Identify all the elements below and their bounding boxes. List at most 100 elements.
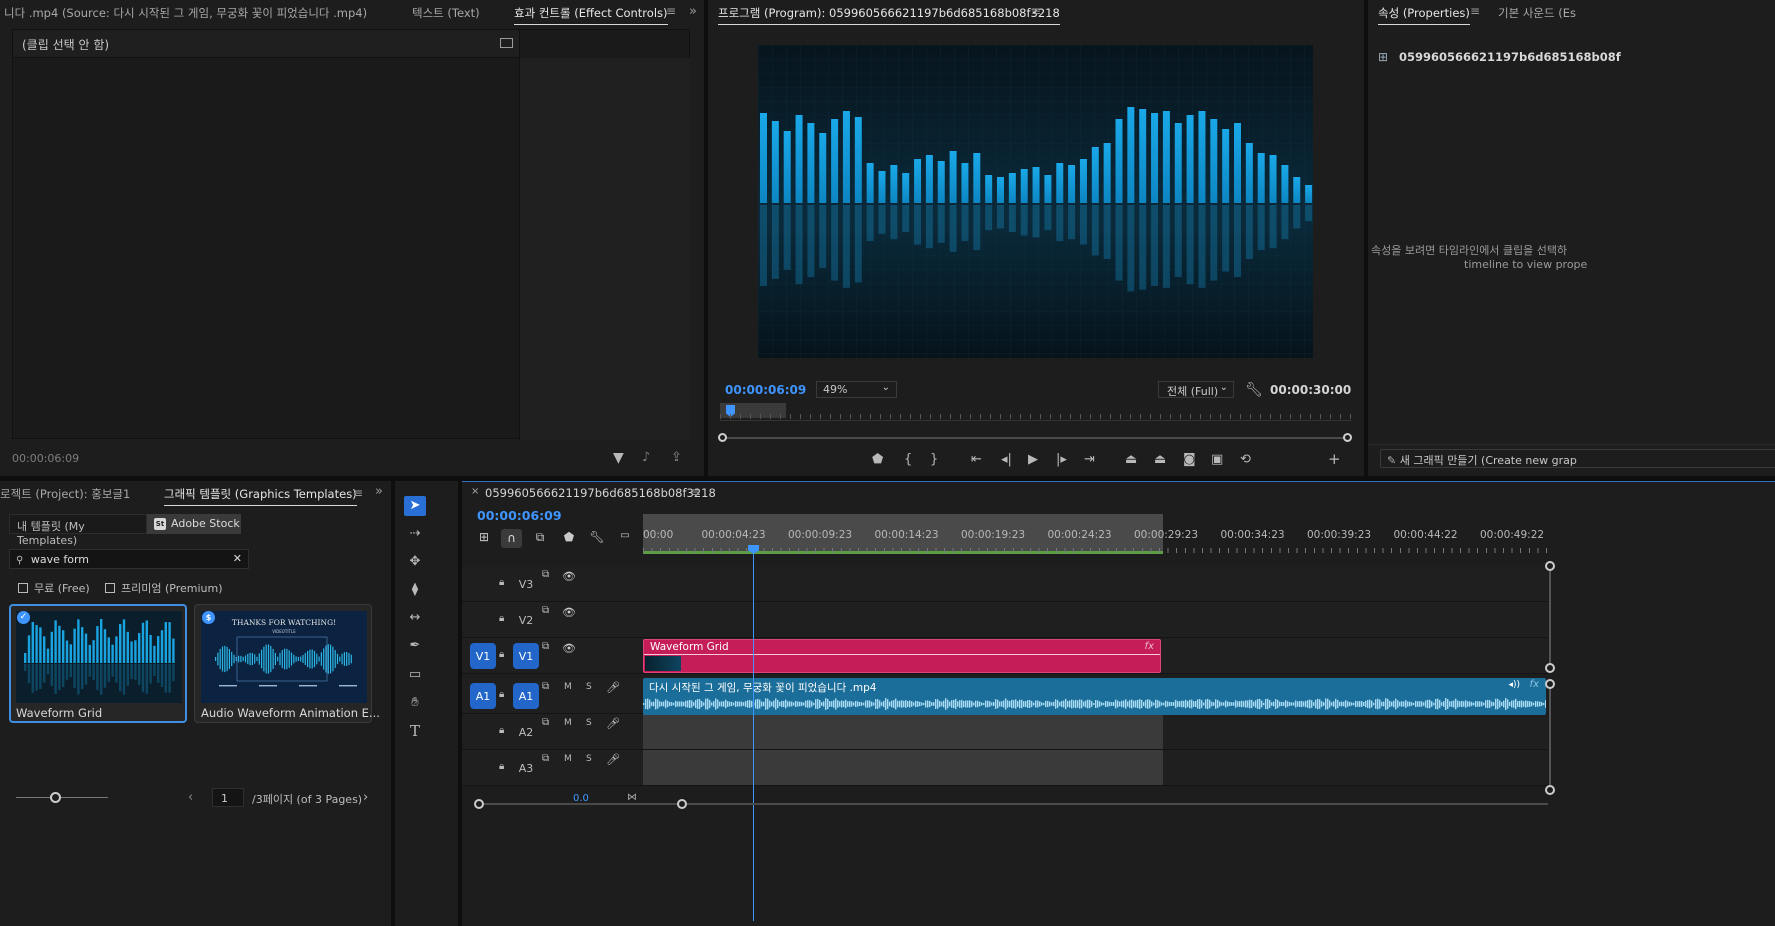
filter-icon[interactable]: ▼ <box>613 451 624 465</box>
audio-vscroll[interactable] <box>1545 679 1555 795</box>
adobe-stock-tab[interactable]: St Adobe Stock <box>147 514 241 534</box>
source-patch[interactable] <box>470 571 496 597</box>
track-target[interactable]: V2 <box>513 607 539 633</box>
tab-graphics-templates[interactable]: 그래픽 템플릿 (Graphics Templates) <box>164 486 357 506</box>
mark-in-icon[interactable]: { <box>904 453 912 467</box>
sync-lock-icon[interactable]: ⧉ <box>542 681 549 692</box>
scroll-handle[interactable] <box>474 799 484 809</box>
play-audio-icon[interactable]: ♪ <box>642 451 650 465</box>
track-target[interactable]: A1 <box>513 683 539 709</box>
slider-thumb[interactable] <box>50 792 61 803</box>
type-tool-icon[interactable]: T <box>405 724 425 739</box>
eye-icon[interactable]: 👁︎ <box>562 570 576 583</box>
program-scrollbar[interactable] <box>718 433 1352 442</box>
clear-search-icon[interactable]: ✕ <box>233 552 242 565</box>
eye-icon[interactable]: 👁︎ <box>562 642 576 655</box>
filter-premium[interactable]: 프리미엄 (Premium) <box>105 580 223 596</box>
captions-icon[interactable]: ▭ <box>616 530 634 541</box>
toggle-timeline-view-icon[interactable] <box>500 38 513 48</box>
track-lane[interactable] <box>643 750 1548 786</box>
audio-clip[interactable]: 다시 시작된 그 게임, 무궁화 꽃이 피었습니다 .mp4 ◂)) fx <box>643 678 1546 715</box>
template-card[interactable]: ✓ Waveform Grid <box>9 604 187 723</box>
track-target[interactable]: V3 <box>513 571 539 597</box>
lift-icon[interactable]: ⏏ <box>1125 453 1137 467</box>
track-target[interactable]: A2 <box>513 719 539 745</box>
page-input[interactable]: 1 <box>212 788 244 807</box>
extract-icon[interactable]: ⏏ <box>1154 453 1166 467</box>
program-menu-icon[interactable]: ≡ <box>1031 4 1041 18</box>
eye-icon[interactable]: 👁︎ <box>562 606 576 619</box>
solo-button[interactable]: S <box>586 682 592 692</box>
tab-effect-controls[interactable]: 효과 컨트롤 (Effect Controls) <box>514 5 668 25</box>
solo-button[interactable]: S <box>586 718 592 728</box>
rectangle-tool-icon[interactable]: ▭ <box>405 668 425 682</box>
mark-out-icon[interactable]: } <box>930 453 938 467</box>
insert-sequence-icon[interactable]: ⊞ <box>475 530 493 544</box>
mute-button[interactable]: M <box>564 718 572 728</box>
go-to-out-icon[interactable]: ⇥ <box>1084 453 1095 467</box>
properties-menu-icon[interactable]: ≡ <box>1470 4 1480 18</box>
tab-properties[interactable]: 속성 (Properties) <box>1378 5 1470 25</box>
source-patch[interactable] <box>470 755 496 781</box>
lock-icon[interactable]: 🔒︎ <box>499 725 504 736</box>
compare-view-icon[interactable]: ▣ <box>1211 453 1223 467</box>
tab-project[interactable]: 로젝트 (Project): 홍보글1 <box>0 486 130 502</box>
hand-tool-icon[interactable]: ✋︎ <box>405 696 425 710</box>
track-target[interactable]: V1 <box>513 643 539 669</box>
video-clip[interactable]: Waveform Grid fx <box>643 639 1161 673</box>
track-lane[interactable] <box>643 714 1548 750</box>
panel-menu-icon[interactable]: ≡ <box>666 4 676 18</box>
razor-tool-icon[interactable]: ⧫ <box>405 583 425 597</box>
program-ruler[interactable] <box>720 401 1352 421</box>
free-checkbox[interactable] <box>18 583 28 593</box>
track-lane[interactable] <box>643 566 1548 602</box>
my-templates-tab[interactable]: 내 템플릿 (My Templates) <box>9 514 147 547</box>
vr-icon[interactable]: ⟲ <box>1240 453 1251 467</box>
add-marker-icon[interactable]: ⬟ <box>560 530 578 544</box>
overflow-chevron-icon[interactable]: » <box>689 4 697 19</box>
camera-icon[interactable]: ◙ <box>1183 453 1196 467</box>
scroll-handle[interactable] <box>1545 785 1555 795</box>
source-patch[interactable]: A1 <box>470 683 496 709</box>
add-marker-icon[interactable]: ⬟ <box>872 453 883 467</box>
program-current-timecode[interactable]: 00:00:06:09 <box>725 383 806 397</box>
wrench-icon[interactable]: 🔧︎ <box>1245 383 1263 397</box>
track-select-tool-icon[interactable]: ⇢ <box>405 527 425 541</box>
add-button-icon[interactable]: + <box>1328 452 1341 467</box>
timeline-timecode[interactable]: 00:00:06:09 <box>477 508 562 523</box>
quality-dropdown[interactable]: 전체 (Full) ⌄ <box>1158 381 1234 398</box>
zoom-dropdown[interactable]: 49% ⌄ <box>816 381 897 398</box>
microphone-icon[interactable]: 🎤︎ <box>606 681 620 694</box>
tab-text[interactable]: 텍스트 (Text) <box>412 5 480 21</box>
microphone-icon[interactable]: 🎤︎ <box>606 717 620 730</box>
timeline-hscroll[interactable] <box>474 799 1548 809</box>
prev-page-icon[interactable]: ‹ <box>188 791 193 805</box>
microphone-icon[interactable]: 🎤︎ <box>606 753 620 766</box>
tab-source[interactable]: 니다 .mp4 (Source: 다시 시작된 그 게임, 무궁화 꽃이 피었습… <box>4 5 367 21</box>
selection-tool-icon[interactable]: ➤ <box>404 496 426 516</box>
template-search[interactable]: ⚲ wave form ✕ <box>9 549 249 569</box>
scroll-handle[interactable] <box>677 799 687 809</box>
sync-lock-icon[interactable]: ⧉ <box>542 717 549 728</box>
source-patch[interactable] <box>470 719 496 745</box>
linked-selection-icon[interactable]: ⧉ <box>531 530 549 545</box>
next-page-icon[interactable]: › <box>363 791 368 805</box>
templates-menu-icon[interactable]: ≡ <box>353 486 363 500</box>
solo-button[interactable]: S <box>586 754 592 764</box>
lock-icon[interactable]: 🔒︎ <box>499 689 504 700</box>
close-sequence-icon[interactable]: × <box>471 486 479 497</box>
scroll-handle[interactable] <box>1545 663 1555 673</box>
ripple-edit-tool-icon[interactable]: ✥ <box>405 555 425 569</box>
step-back-icon[interactable]: ◂| <box>1001 453 1012 467</box>
pen-tool-icon[interactable]: ✒︎ <box>405 639 425 653</box>
slip-tool-icon[interactable]: ↔ <box>405 611 425 625</box>
filter-free[interactable]: 무료 (Free) <box>18 580 90 596</box>
scroll-handle-right[interactable] <box>1343 433 1352 442</box>
source-patch[interactable] <box>470 607 496 633</box>
lock-icon[interactable]: 🔒︎ <box>499 649 504 660</box>
scroll-handle[interactable] <box>1545 679 1555 689</box>
sync-lock-icon[interactable]: ⧉ <box>542 569 549 580</box>
premium-checkbox[interactable] <box>105 583 115 593</box>
overflow-chevron-icon[interactable]: » <box>375 484 383 499</box>
track-lane[interactable] <box>643 602 1548 638</box>
